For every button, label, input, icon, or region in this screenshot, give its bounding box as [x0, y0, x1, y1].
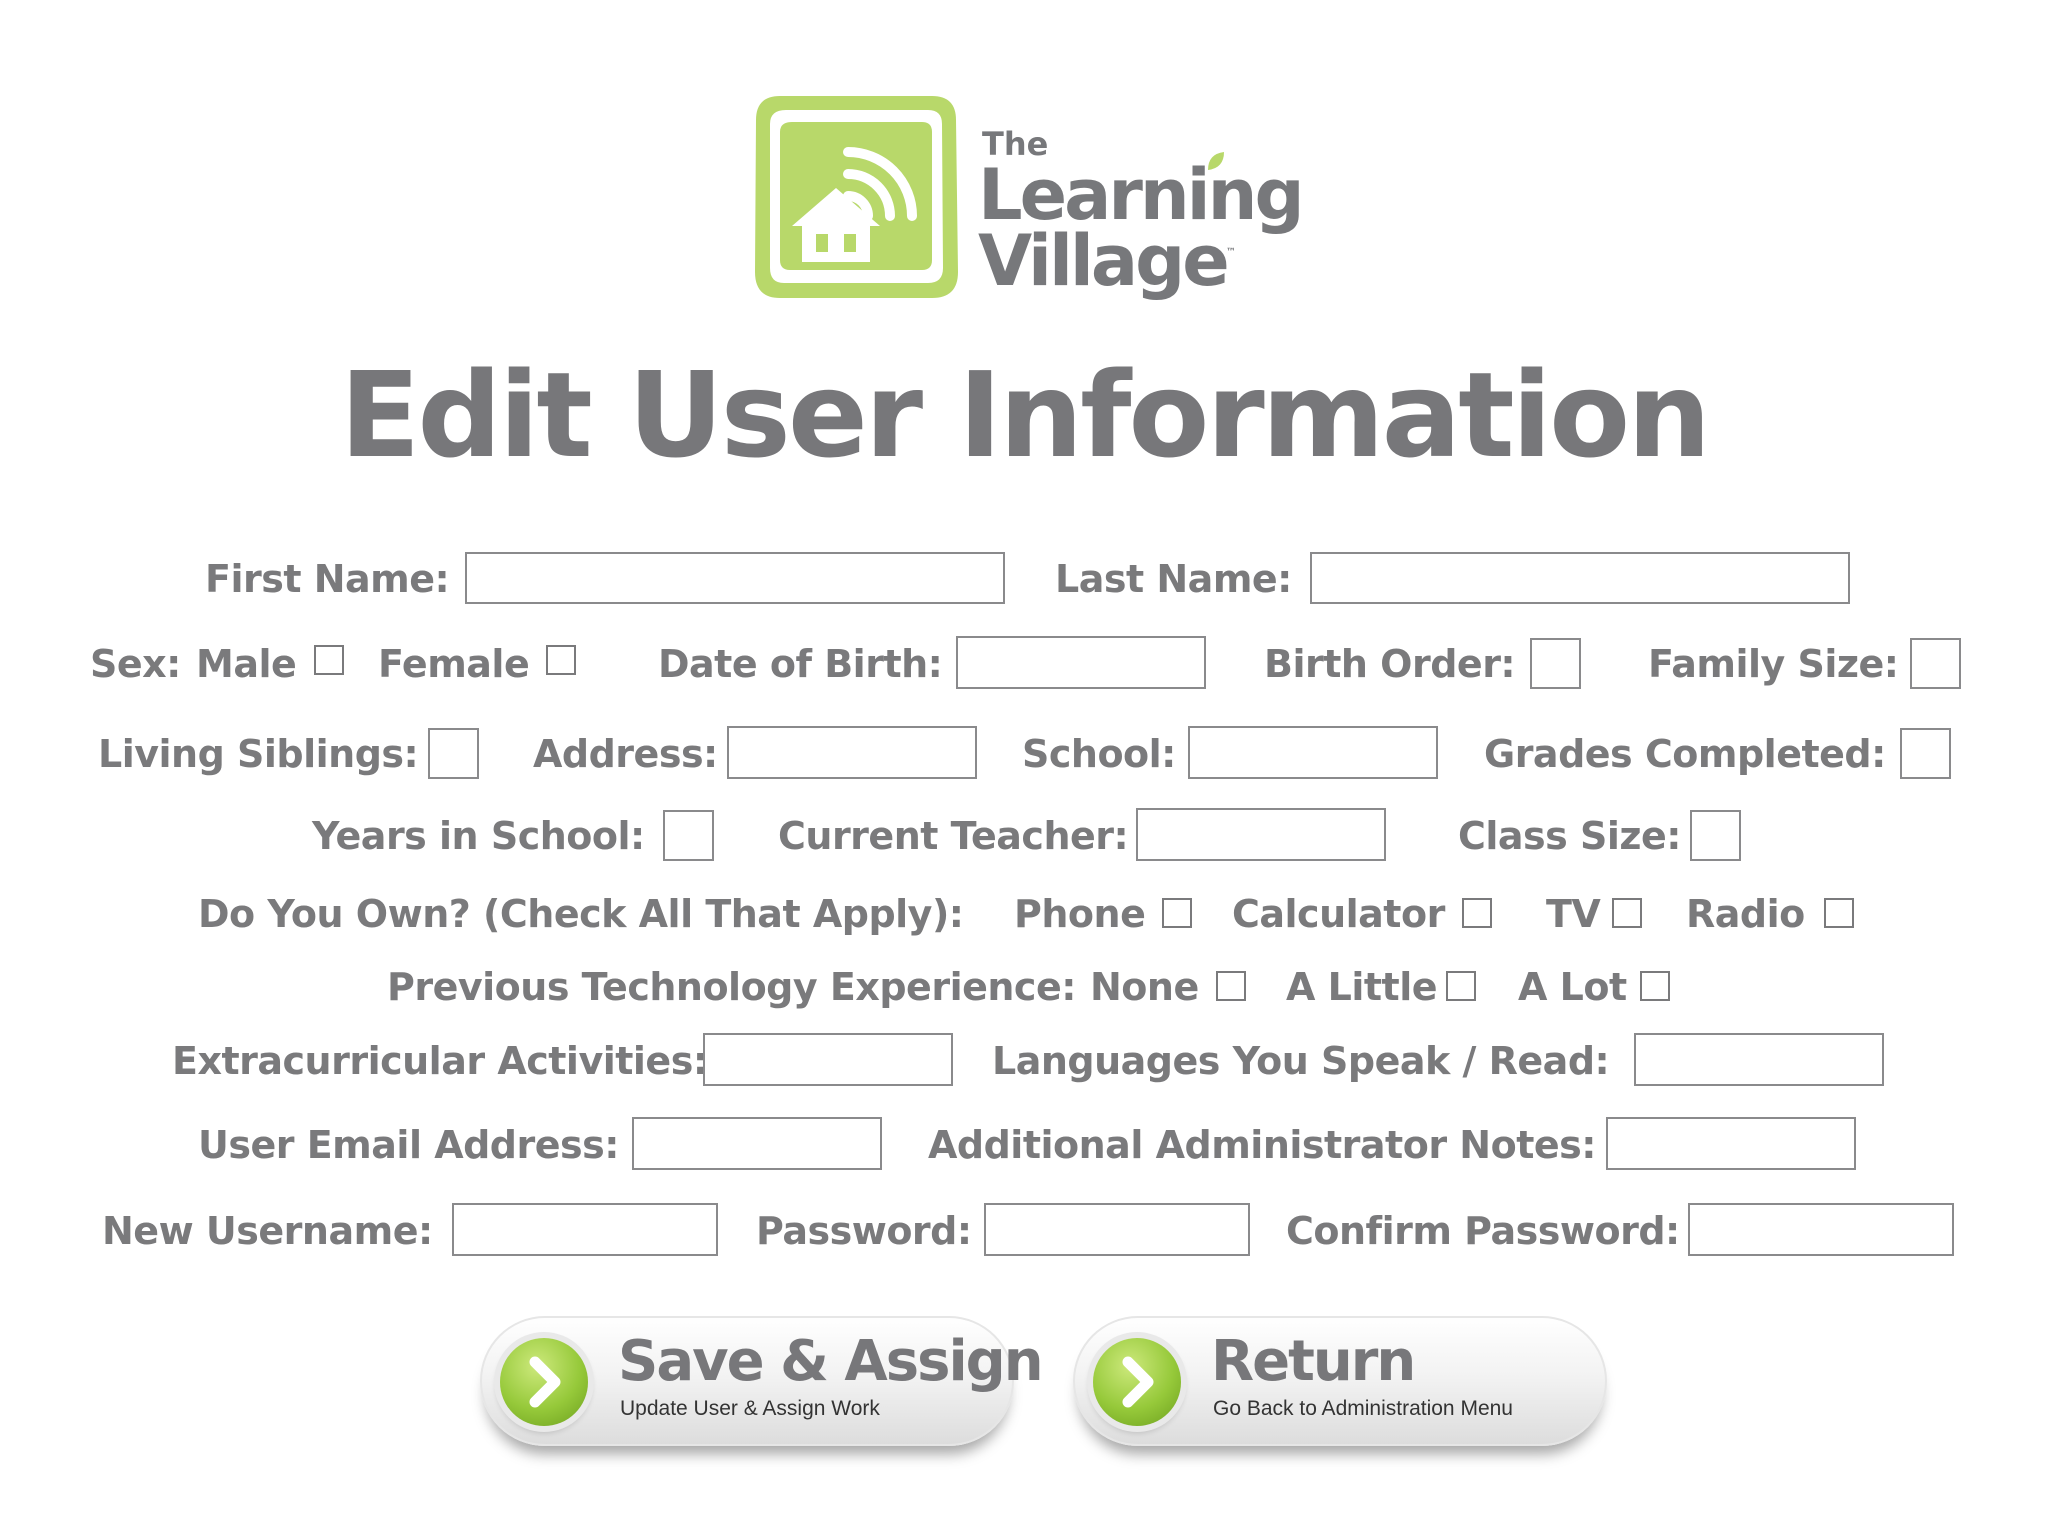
current-teacher-input[interactable] [1138, 810, 1384, 859]
email-input[interactable] [634, 1119, 880, 1168]
tv-checkbox[interactable] [1612, 898, 1642, 928]
school-label: School: [1022, 732, 1176, 776]
password-label: Password: [756, 1209, 972, 1253]
phone-checkbox[interactable] [1162, 898, 1192, 928]
male-checkbox[interactable] [314, 645, 344, 675]
address-input[interactable] [729, 728, 975, 777]
last-name-label: Last Name: [1055, 557, 1292, 601]
confirm-password-field[interactable] [1688, 1203, 1954, 1256]
sex-label: Sex: [90, 642, 181, 686]
save-assign-label: Save & Assign [618, 1329, 1044, 1394]
years-in-school-label: Years in School: [312, 814, 645, 858]
family-size-field[interactable] [1910, 638, 1961, 689]
languages-field[interactable] [1634, 1033, 1884, 1086]
class-size-label: Class Size: [1458, 814, 1682, 858]
admin-notes-label: Additional Administrator Notes: [928, 1123, 1596, 1167]
tech-none-label: None [1090, 965, 1199, 1009]
last-name-field[interactable] [1310, 552, 1850, 604]
grades-completed-label: Grades Completed: [1484, 732, 1886, 776]
living-siblings-field[interactable] [428, 728, 479, 779]
confirm-password-input[interactable] [1690, 1205, 1952, 1254]
class-size-field[interactable] [1690, 810, 1741, 861]
female-checkbox[interactable] [546, 645, 576, 675]
date-of-birth-label: Date of Birth: [658, 642, 943, 686]
languages-input[interactable] [1636, 1035, 1882, 1084]
male-label: Male [196, 642, 297, 686]
extracurricular-label: Extracurricular Activities: [172, 1039, 708, 1083]
radio-checkbox[interactable] [1824, 898, 1854, 928]
radio-label: Radio [1686, 892, 1805, 936]
username-field[interactable] [452, 1203, 718, 1256]
school-input[interactable] [1190, 728, 1436, 777]
languages-label: Languages You Speak / Read: [992, 1039, 1610, 1083]
admin-notes-input[interactable] [1608, 1119, 1854, 1168]
email-label: User Email Address: [198, 1123, 619, 1167]
return-button[interactable]: Return Go Back to Administration Menu [1073, 1316, 1607, 1462]
save-assign-button[interactable]: Save & Assign Update User & Assign Work [480, 1316, 1044, 1462]
username-input[interactable] [454, 1205, 716, 1254]
birth-order-label: Birth Order: [1264, 642, 1516, 686]
tech-a-little-label: A Little [1286, 965, 1438, 1009]
tech-a-lot-checkbox[interactable] [1640, 971, 1670, 1001]
years-in-school-field[interactable] [663, 810, 714, 861]
current-teacher-field[interactable] [1136, 808, 1386, 861]
logo-text-village: Village [978, 220, 1230, 302]
own-label: Do You Own? (Check All That Apply): [198, 892, 964, 936]
current-teacher-label: Current Teacher: [778, 814, 1129, 858]
confirm-password-label: Confirm Password: [1286, 1209, 1680, 1253]
phone-label: Phone [1014, 892, 1146, 936]
address-label: Address: [533, 732, 718, 776]
last-name-input[interactable] [1312, 554, 1848, 602]
first-name-input[interactable] [467, 554, 1003, 602]
return-label: Return [1211, 1329, 1416, 1394]
chevron-right-icon[interactable] [500, 1338, 588, 1426]
page-title: Edit User Information [339, 346, 1711, 484]
logo-icon [752, 92, 960, 303]
save-assign-sublabel: Update User & Assign Work [620, 1397, 880, 1420]
username-label: New Username: [102, 1209, 433, 1253]
birth-order-field[interactable] [1530, 638, 1581, 689]
password-input[interactable] [986, 1205, 1248, 1254]
return-sublabel: Go Back to Administration Menu [1213, 1397, 1513, 1420]
first-name-label: First Name: [205, 557, 450, 601]
extracurricular-field[interactable] [703, 1033, 953, 1086]
living-siblings-label: Living Siblings: [98, 732, 419, 776]
tv-label: TV [1546, 892, 1601, 936]
extracurricular-input[interactable] [705, 1035, 951, 1084]
leaf-icon [1206, 150, 1226, 172]
password-field[interactable] [984, 1203, 1250, 1256]
date-of-birth-input[interactable] [958, 638, 1204, 687]
logo-trademark: ™ [1226, 247, 1236, 258]
school-field[interactable] [1188, 726, 1438, 779]
calculator-label: Calculator [1232, 892, 1445, 936]
address-field[interactable] [727, 726, 977, 779]
email-field[interactable] [632, 1117, 882, 1170]
first-name-field[interactable] [465, 552, 1005, 604]
grades-completed-field[interactable] [1900, 728, 1951, 779]
tech-experience-label: Previous Technology Experience: [387, 965, 1076, 1009]
date-of-birth-field[interactable] [956, 636, 1206, 689]
chevron-right-icon[interactable] [1093, 1338, 1181, 1426]
female-label: Female [378, 642, 530, 686]
tech-a-little-checkbox[interactable] [1446, 971, 1476, 1001]
calculator-checkbox[interactable] [1462, 898, 1492, 928]
family-size-label: Family Size: [1648, 642, 1899, 686]
tech-a-lot-label: A Lot [1518, 965, 1627, 1009]
admin-notes-field[interactable] [1606, 1117, 1856, 1170]
tech-none-checkbox[interactable] [1216, 971, 1246, 1001]
